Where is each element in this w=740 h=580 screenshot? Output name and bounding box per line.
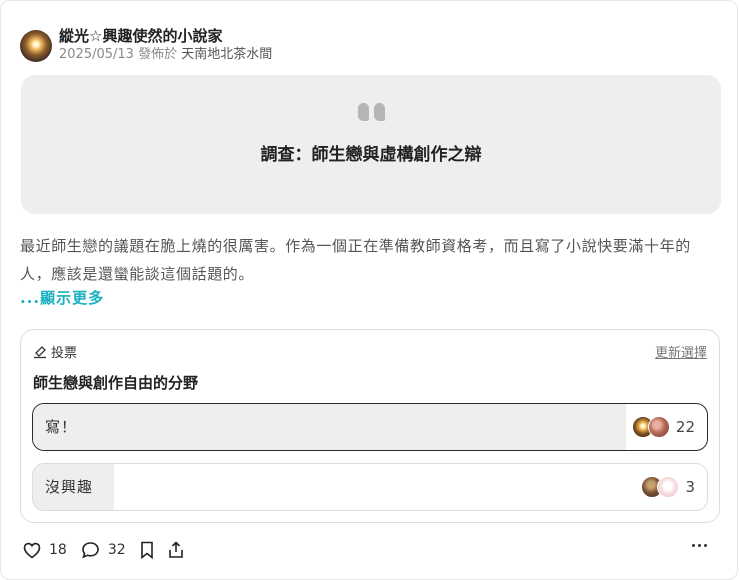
poll-option-label: 沒興趣 xyxy=(45,478,94,496)
poll-option-label: 寫！ xyxy=(45,418,78,436)
update-choice-link[interactable]: 更新選擇 xyxy=(655,342,707,361)
like-button[interactable]: 18 xyxy=(23,542,67,559)
share-button[interactable] xyxy=(168,541,184,559)
more-options-icon[interactable] xyxy=(692,544,707,547)
poll-option-bar xyxy=(33,404,627,450)
post-excerpt: 最近師生戀的議題在脆上燒的很厲害。作為一個正在準備教師資格考，而且寫了小說快要滿… xyxy=(20,237,691,283)
comment-count: 32 xyxy=(107,542,126,558)
post-card: 縱光☆興趣使然的小說家 2025/05/13 發佈於 天南地北茶水間 調查：師生… xyxy=(0,0,738,580)
poll-option-count: 22 xyxy=(675,418,695,436)
voter-avatars xyxy=(641,476,680,498)
posted-in-label: 發佈於 xyxy=(138,47,178,62)
voter-avatars xyxy=(631,416,670,438)
poll-icon xyxy=(34,345,46,358)
post-author: 縱光☆興趣使然的小說家 2025/05/13 發佈於 天南地北茶水間 xyxy=(20,27,272,64)
comment-button[interactable]: 32 xyxy=(81,541,126,559)
post-cover[interactable]: 調查：師生戀與虛構創作之辯 xyxy=(21,75,721,214)
show-more-link[interactable]: ...顯示更多 xyxy=(20,287,104,308)
like-count: 18 xyxy=(49,542,67,558)
post-date: 2025/05/13 xyxy=(59,47,134,62)
poll-option-result: 22 xyxy=(631,404,695,450)
poll-option[interactable]: 寫！ 22 xyxy=(32,403,708,451)
poll-option[interactable]: 沒興趣 3 xyxy=(32,463,708,511)
bookmark-icon xyxy=(140,541,153,559)
post-meta: 2025/05/13 發佈於 天南地北茶水間 xyxy=(59,46,272,64)
avatar[interactable] xyxy=(20,29,52,62)
quote-icon xyxy=(356,103,386,127)
post-actions: 18 32 xyxy=(23,541,198,559)
heart-icon xyxy=(23,542,41,559)
avatar xyxy=(647,416,670,438)
poll-header: 投票 xyxy=(33,342,77,361)
poll-option-result: 3 xyxy=(641,464,695,510)
poll-label: 投票 xyxy=(51,346,78,361)
poll: 投票 更新選擇 師生戀與創作自由的分野 寫！ 22 沒興趣 3 xyxy=(20,329,720,523)
avatar xyxy=(657,476,680,498)
author-name[interactable]: 縱光☆興趣使然的小說家 xyxy=(59,27,272,45)
poll-question: 師生戀與創作自由的分野 xyxy=(33,374,199,392)
author-info: 縱光☆興趣使然的小說家 2025/05/13 發佈於 天南地北茶水間 xyxy=(59,27,272,64)
post-title: 調查：師生戀與虛構創作之辯 xyxy=(260,145,482,165)
share-icon xyxy=(168,541,183,558)
comment-icon xyxy=(82,542,99,559)
bookmark-button[interactable] xyxy=(140,541,154,559)
poll-option-count: 3 xyxy=(685,478,695,496)
board-link[interactable]: 天南地北茶水間 xyxy=(181,47,272,62)
